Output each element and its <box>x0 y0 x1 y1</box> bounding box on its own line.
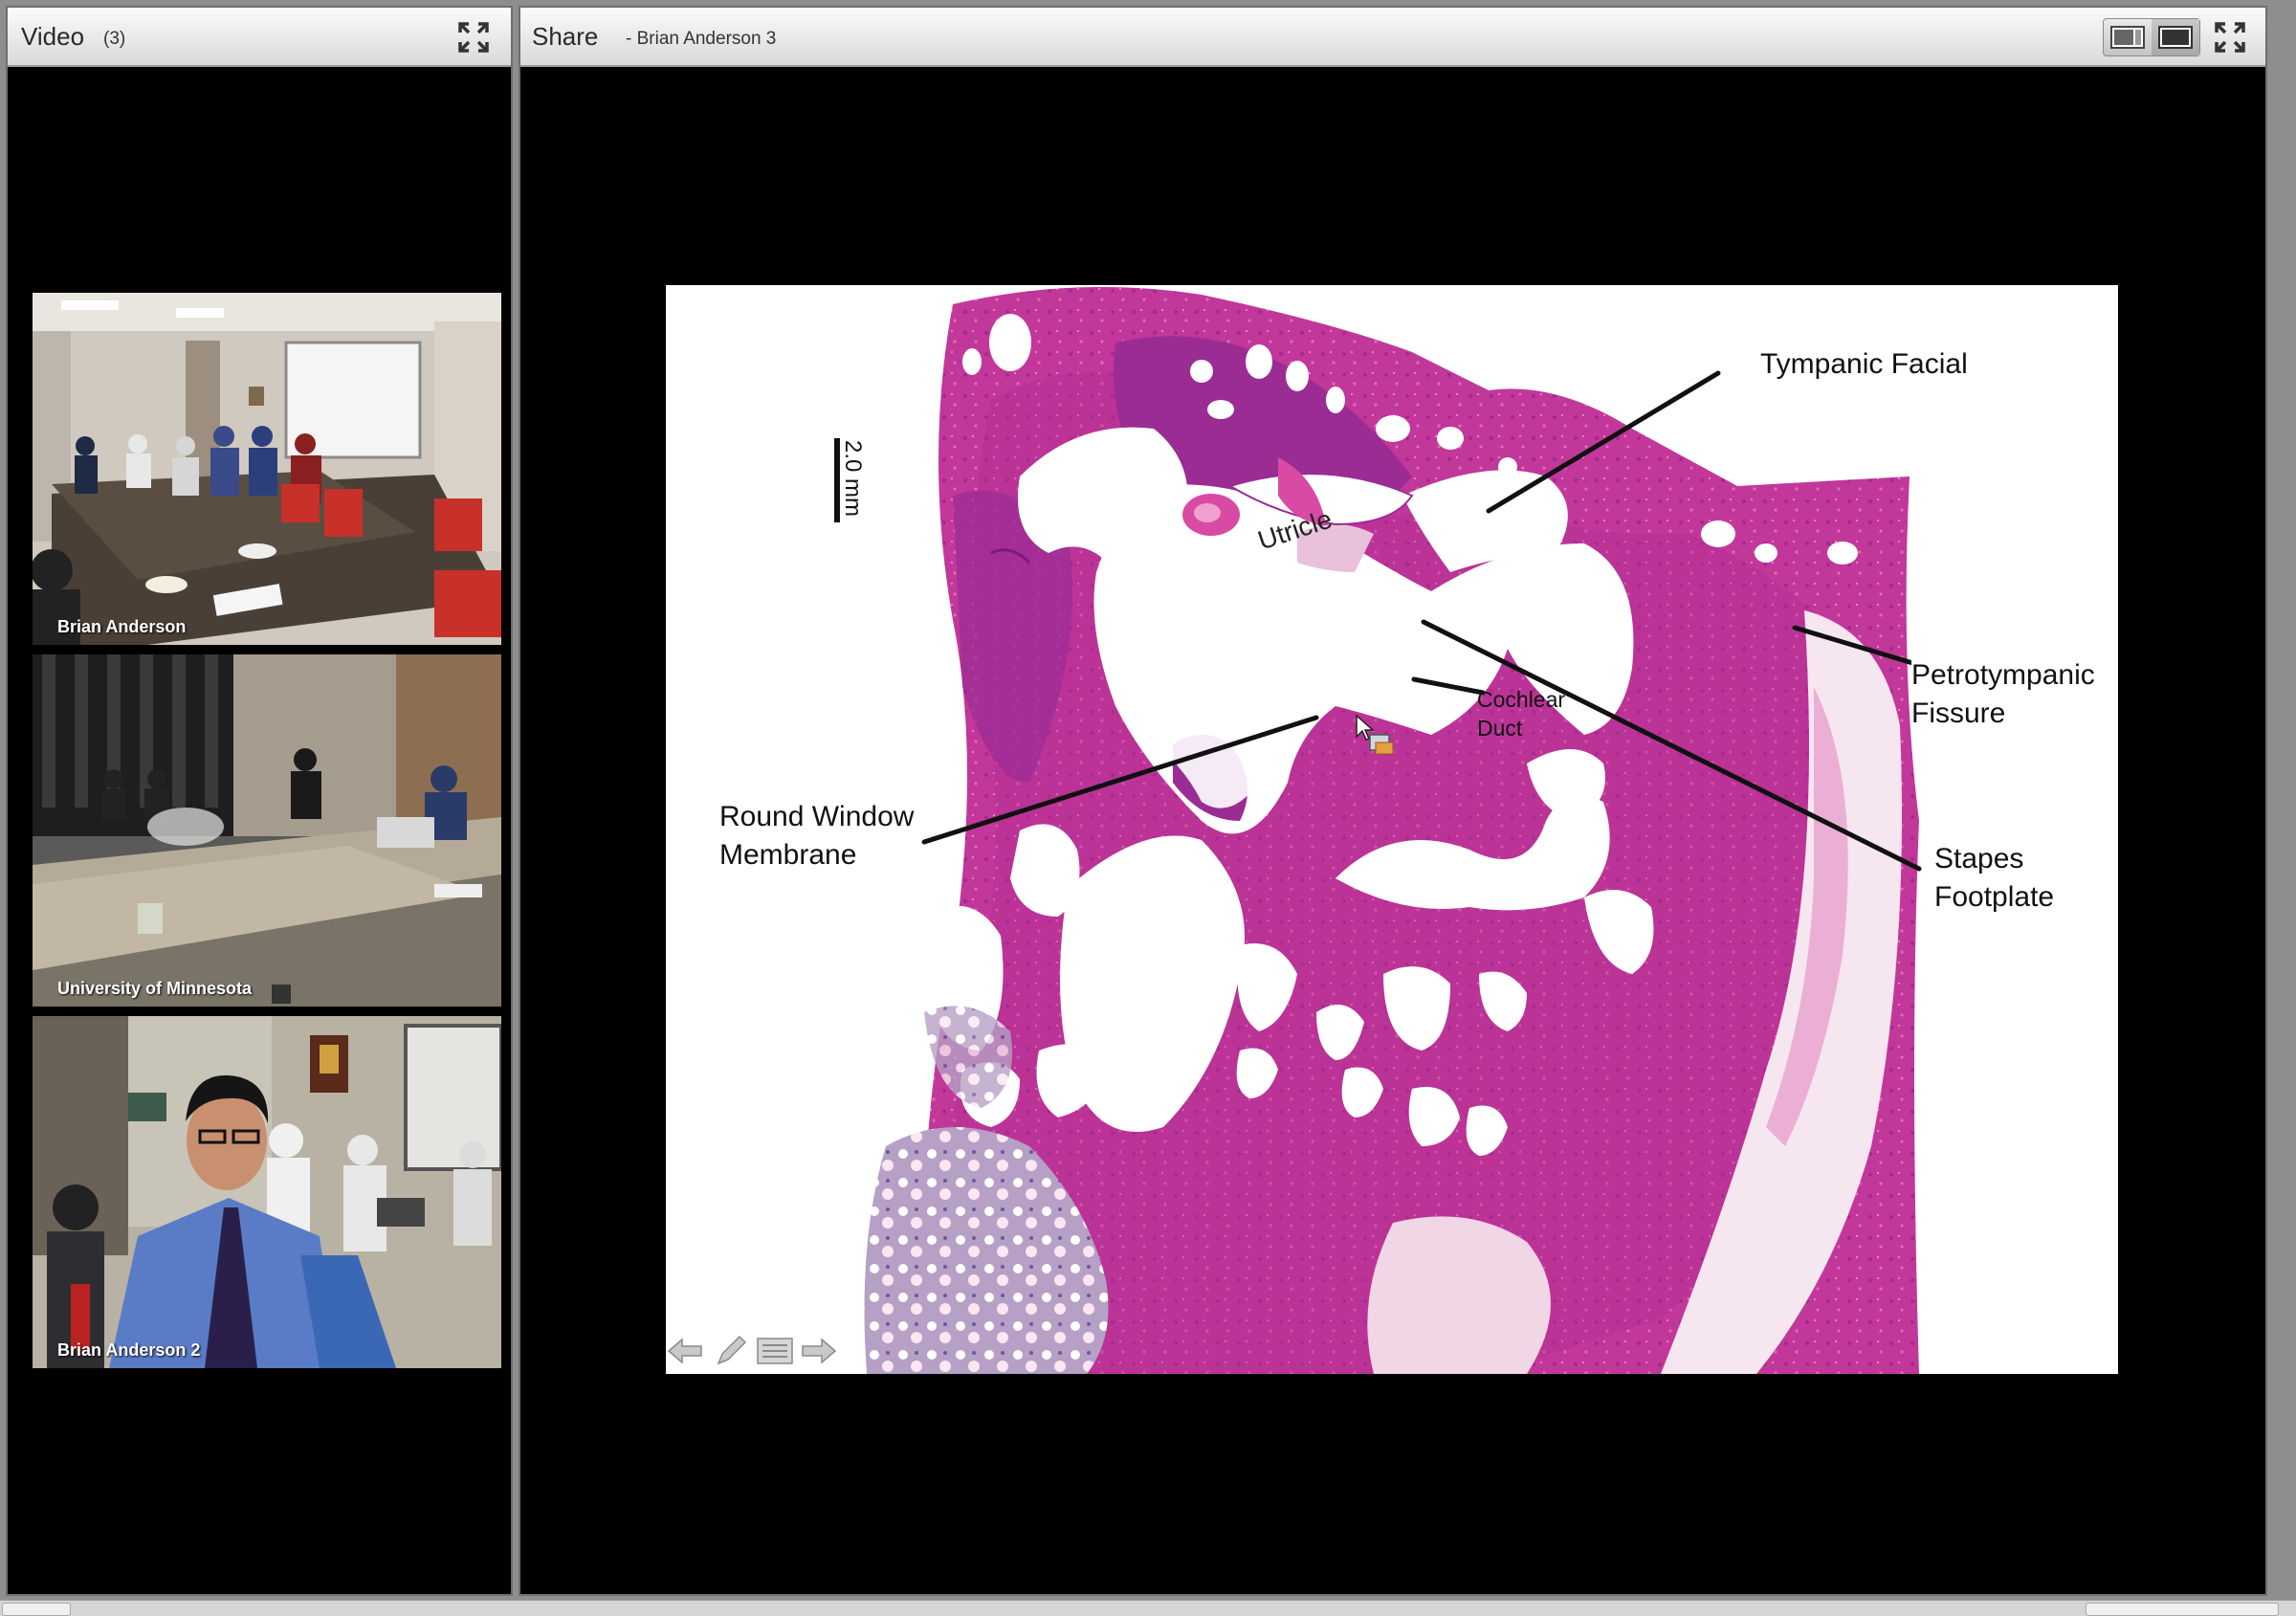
participant-name: Brian Anderson <box>57 617 187 636</box>
share-presenter-name: - Brian Anderson 3 <box>626 29 777 49</box>
video-feed-seminar-room <box>33 654 501 1007</box>
video-feed-presenter-closeup <box>33 1016 501 1368</box>
label-cochlear-line2: Duct <box>1477 716 1523 741</box>
horizontal-scrollbar-right[interactable] <box>2086 1603 2279 1616</box>
horizontal-scrollbar-left[interactable] <box>2 1603 71 1616</box>
fullscreen-icon[interactable] <box>2208 17 2252 57</box>
share-pod-title: Share <box>532 22 599 51</box>
label-cochlear-duct: Cochlear Duct <box>1477 685 1565 742</box>
video-tile-brian-anderson[interactable]: Brian Anderson <box>33 293 501 645</box>
fullscreen-icon[interactable] <box>452 17 496 57</box>
participant-name: University of Minnesota <box>57 979 253 998</box>
label-petrotympanic-line2: Fissure <box>1911 697 2006 729</box>
video-pod-header: Video (3) <box>8 8 511 67</box>
share-pod-header: Share - Brian Anderson 3 <box>520 8 2265 67</box>
previous-arrow-icon[interactable] <box>666 1332 704 1370</box>
layout-toggle <box>2103 18 2200 56</box>
layout-sidebar-icon[interactable] <box>2104 19 2152 55</box>
pencil-icon[interactable] <box>712 1332 750 1370</box>
shared-slide: 2.0 mm Utricle Tympanic Facial Petrotymp… <box>666 285 2118 1374</box>
video-tile-brian-anderson-2[interactable]: Brian Anderson 2 <box>33 1016 501 1368</box>
bottom-bar <box>0 1600 2296 1616</box>
video-feed-conference-room <box>33 293 501 645</box>
label-stapes-line2: Footplate <box>1934 881 2055 913</box>
next-arrow-icon[interactable] <box>800 1332 838 1370</box>
participant-name: Brian Anderson 2 <box>57 1340 201 1360</box>
video-pod-title: Video <box>21 22 85 51</box>
label-cochlear-line1: Cochlear <box>1477 687 1566 712</box>
label-tympanic-facial: Tympanic Facial <box>1760 348 1968 380</box>
label-petrotympanic-line1: Petrotympanic <box>1911 659 2095 691</box>
label-round-window-line2: Membrane <box>719 839 857 871</box>
label-round-window-membrane: Round Window Membrane <box>719 798 914 874</box>
label-stapes-line1: Stapes <box>1934 843 2024 874</box>
video-tile-university-of-minnesota[interactable]: University of Minnesota <box>33 654 501 1007</box>
video-pod: Video (3) Brian Anderson University of M… <box>6 6 513 1596</box>
list-icon[interactable] <box>756 1332 794 1370</box>
mouse-cursor-icon <box>1356 714 1394 755</box>
label-stapes-footplate: Stapes Footplate <box>1934 840 2055 917</box>
label-round-window-line1: Round Window <box>719 801 915 832</box>
video-participant-count: (3) <box>103 29 126 49</box>
label-petrotympanic-fissure: Petrotympanic Fissure <box>1911 656 2095 733</box>
layout-fill-icon[interactable] <box>2152 19 2199 55</box>
